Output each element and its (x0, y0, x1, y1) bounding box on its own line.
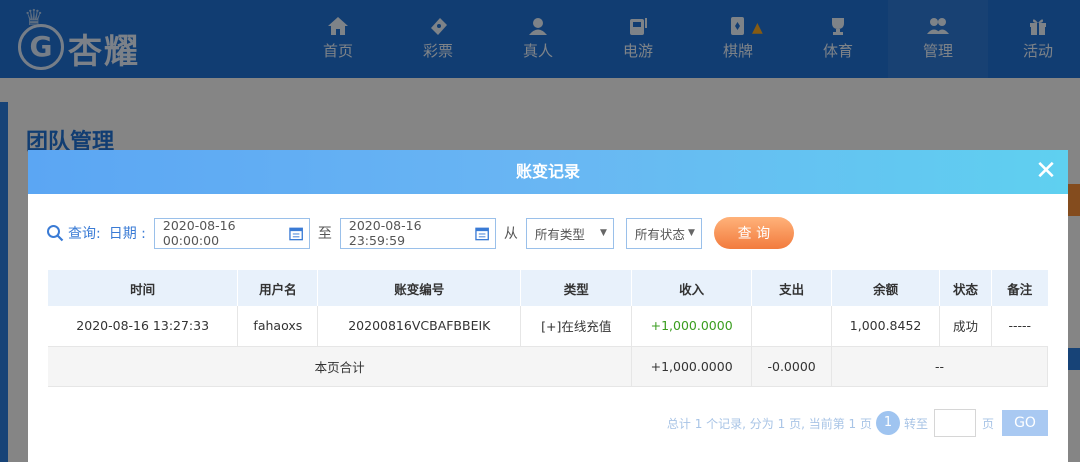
cell-txn-id: 20200816VCBAFBBEIK (317, 306, 522, 347)
type-select-value: 所有类型 (534, 226, 585, 242)
calendar-icon[interactable] (474, 226, 489, 241)
status-select-value: 所有状态 (634, 226, 685, 242)
pager-info: 总计 1 个记录, 分为 1 页, 当前第 1 页 (666, 416, 872, 431)
query-label: 查询: (68, 226, 101, 242)
summary-expense: -0.0000 (751, 346, 833, 387)
go-button[interactable]: GO (1002, 410, 1048, 436)
transaction-record-modal: 账变记录 ✕ 查询: 日期 : 2020-08-16 00:00:00 至 20… (28, 150, 1068, 462)
col-header-txn-id: 账变编号 (317, 270, 522, 306)
start-date-value: 2020-08-16 00:00:00 (162, 218, 236, 248)
summary-label: 本页合计 (48, 346, 633, 387)
date-label: 日期 : (108, 226, 146, 242)
filter-bar: 查询: 日期 : 2020-08-16 00:00:00 至 2020-08-1… (46, 217, 794, 249)
col-header-remark: 备注 (991, 270, 1048, 306)
table-header-row: 时间 用户名 账变编号 类型 收入 支出 余额 状态 备注 (48, 270, 1048, 306)
summary-row: 本页合计 +1,000.0000 -0.0000 -- (48, 346, 1048, 387)
modal-header: 账变记录 ✕ (28, 150, 1068, 194)
end-date-value: 2020-08-16 23:59:59 (348, 218, 422, 248)
calendar-icon[interactable] (288, 226, 303, 241)
start-date-input[interactable]: 2020-08-16 00:00:00 (153, 217, 310, 249)
goto-label: 转至 (903, 416, 928, 431)
summary-income: +1,000.0000 (631, 346, 753, 387)
caret-down-icon: ▼ (599, 228, 607, 238)
transaction-table: 时间 用户名 账变编号 类型 收入 支出 余额 状态 备注 2020-08-16… (48, 270, 1048, 387)
status-select[interactable]: 所有状态 ▼ (625, 217, 702, 249)
search-icon (47, 225, 64, 242)
col-header-username: 用户名 (237, 270, 319, 306)
page-unit-label: 页 (981, 416, 994, 431)
cell-income: +1,000.0000 (631, 306, 753, 347)
summary-balance: -- (831, 346, 1048, 387)
col-header-time: 时间 (48, 270, 239, 306)
cell-time: 2020-08-16 13:27:33 (48, 306, 239, 347)
col-header-balance: 余额 (831, 270, 941, 306)
from-label: 从 (503, 226, 518, 242)
col-header-type: 类型 (520, 270, 633, 306)
table-row: 2020-08-16 13:27:33 fahaoxs 20200816VCBA… (48, 306, 1048, 347)
close-icon[interactable]: ✕ (1034, 158, 1058, 184)
modal-title: 账变记录 (515, 162, 580, 181)
col-header-expense: 支出 (751, 270, 833, 306)
end-date-input[interactable]: 2020-08-16 23:59:59 (339, 217, 496, 249)
cell-remark: ----- (991, 306, 1048, 347)
cell-balance: 1,000.8452 (831, 306, 941, 347)
cell-username: fahaoxs (237, 306, 319, 347)
query-button[interactable]: 查 询 (713, 217, 794, 249)
col-header-status: 状态 (939, 270, 992, 306)
page-number-current[interactable]: 1 (875, 411, 900, 435)
cell-type: [+]在线充值 (520, 306, 633, 347)
caret-down-icon: ▼ (687, 228, 695, 238)
to-label: 至 (317, 226, 332, 242)
type-select[interactable]: 所有类型 ▼ (525, 217, 614, 249)
cell-status: 成功 (939, 306, 992, 347)
col-header-income: 收入 (631, 270, 753, 306)
page-jump-input[interactable] (933, 409, 976, 437)
pagination: 总计 1 个记录, 分为 1 页, 当前第 1 页 1 转至 页 GO (667, 409, 1048, 437)
cell-expense (751, 306, 833, 347)
